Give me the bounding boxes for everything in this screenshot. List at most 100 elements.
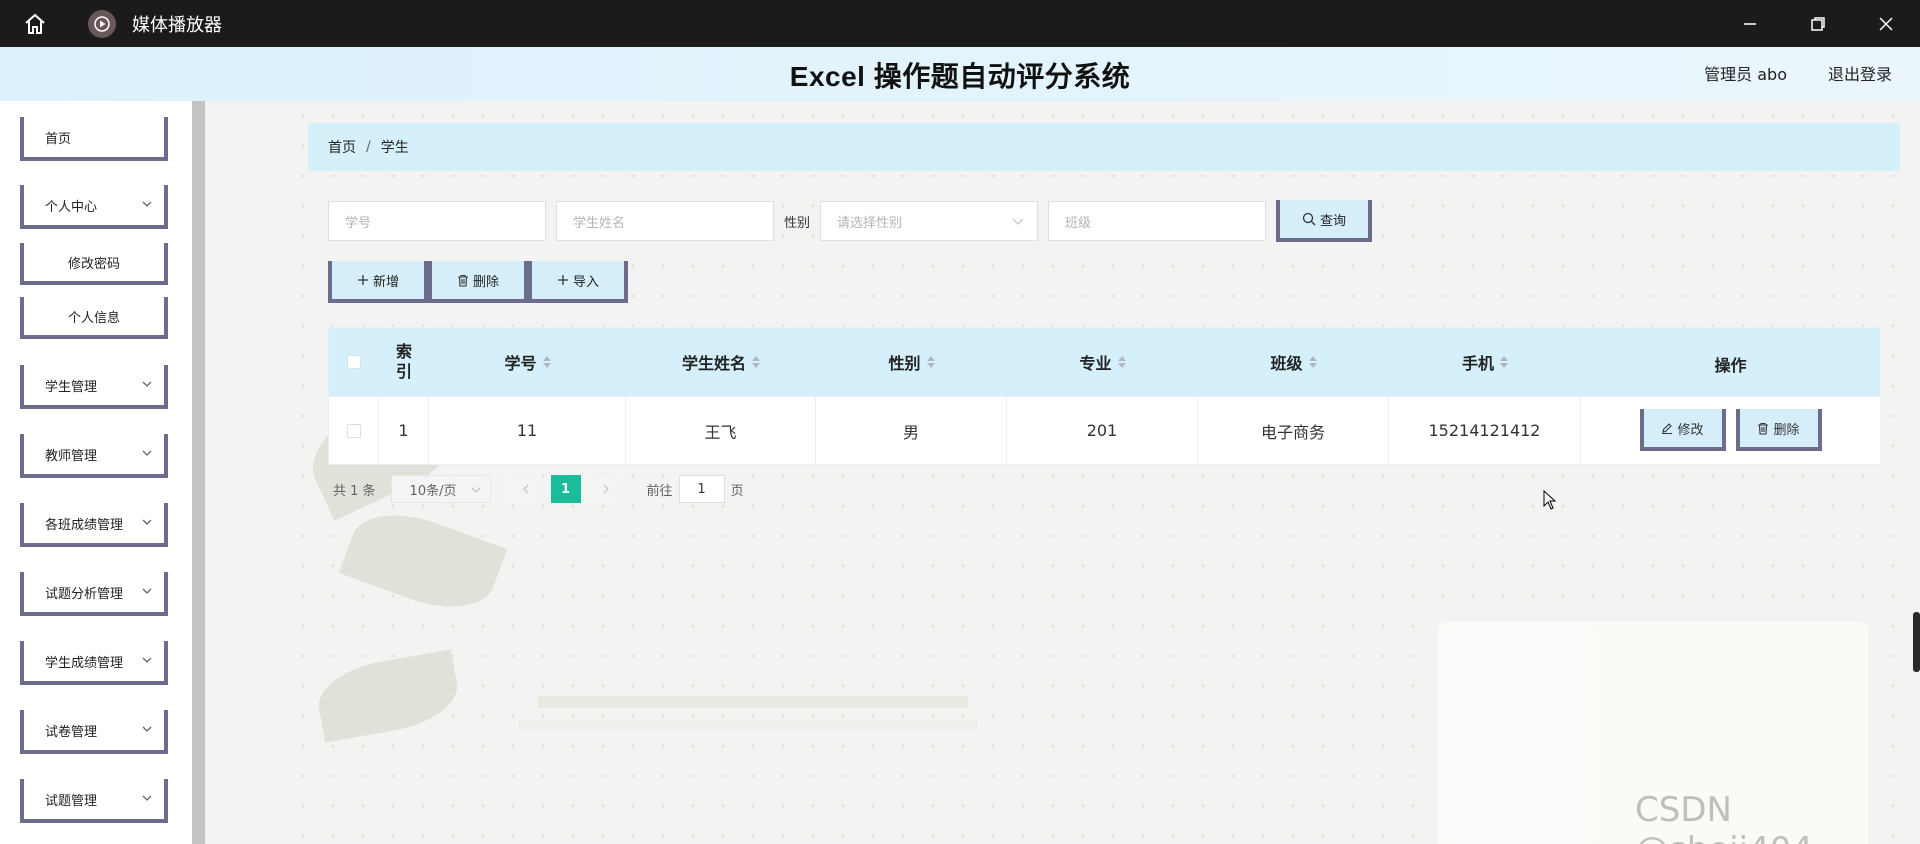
query-button-label: 查询: [1320, 213, 1347, 229]
query-button[interactable]: 查询: [1276, 200, 1373, 242]
sidebar-item-teacher-management[interactable]: 教师管理: [20, 434, 168, 478]
sidebar-item-label: 修改密码: [67, 256, 120, 272]
sidebar-item-change-password[interactable]: 修改密码: [20, 243, 168, 285]
chevron-down-icon: [142, 450, 152, 456]
media-player-logo-icon: [88, 9, 116, 38]
background-shelf: [538, 696, 968, 708]
sidebar-item-label: 各班成绩管理: [45, 517, 124, 533]
row-checkbox[interactable]: [346, 423, 361, 438]
sort-icon[interactable]: [1117, 355, 1126, 369]
window-title: 媒体播放器: [132, 14, 222, 36]
sex-label: 性别: [784, 215, 811, 231]
sidebar-item-personal-info[interactable]: 个人信息: [20, 297, 168, 339]
cell-phone: 15214121412: [1389, 397, 1581, 464]
breadcrumb: 首页 / 学生: [308, 123, 1900, 171]
chevron-left-icon: [522, 484, 529, 494]
col-student-no-label: 学号: [504, 354, 537, 373]
sort-icon[interactable]: [542, 355, 551, 369]
logout-link[interactable]: 退出登录: [1828, 61, 1892, 85]
sort-icon[interactable]: [926, 355, 935, 369]
action-bar: 新增 删除 导入: [328, 261, 628, 303]
home-button[interactable]: [0, 0, 70, 47]
background-cup: [1443, 626, 1593, 844]
sidebar-item-student-scores[interactable]: 学生成绩管理: [20, 641, 168, 685]
sort-icon[interactable]: [1308, 355, 1317, 369]
import-button-label: 导入: [572, 274, 599, 290]
col-student-name-label: 学生姓名: [681, 354, 746, 373]
student-no-input[interactable]: 学号: [328, 201, 546, 241]
chevron-down-icon: [142, 381, 152, 387]
class-input[interactable]: 班级: [1048, 201, 1267, 241]
sidebar-item-student-management[interactable]: 学生管理: [20, 365, 168, 409]
add-button[interactable]: 新增: [328, 261, 428, 303]
search-icon: [1302, 212, 1316, 226]
col-major-label: 专业: [1079, 354, 1112, 373]
delete-button[interactable]: 删除: [428, 261, 528, 303]
row-delete-button[interactable]: 删除: [1735, 409, 1822, 451]
minimize-button[interactable]: [1716, 0, 1784, 47]
page-size-select[interactable]: 10条/页: [390, 475, 491, 503]
prev-page-button[interactable]: [510, 475, 541, 503]
restore-button[interactable]: [1784, 0, 1852, 47]
search-bar: 学号 学生姓名 性别 请选择性别 班级 查询: [328, 200, 1373, 242]
student-name-input[interactable]: 学生姓名: [556, 201, 774, 241]
minimize-icon: [1744, 22, 1756, 25]
sex-select[interactable]: 请选择性别: [820, 201, 1039, 241]
sidebar-item-label: 个人信息: [67, 310, 120, 326]
sort-icon[interactable]: [1500, 355, 1508, 369]
breadcrumb-current: 学生: [380, 140, 409, 156]
cell-student-name: 王飞: [626, 397, 816, 464]
close-button[interactable]: [1852, 0, 1920, 47]
restore-icon: [1811, 16, 1825, 31]
sidebar-scrollbar[interactable]: [192, 101, 205, 844]
col-student-name[interactable]: 学生姓名: [626, 328, 816, 396]
trash-icon: [457, 274, 468, 287]
col-ops: 操作: [1581, 328, 1880, 396]
add-button-label: 新增: [372, 274, 399, 290]
col-major[interactable]: 专业: [1007, 328, 1198, 396]
cell-class: 电子商务: [1198, 397, 1389, 464]
sex-select-placeholder: 请选择性别: [837, 215, 903, 231]
edit-button[interactable]: 修改: [1639, 409, 1726, 451]
sidebar-item-label: 试题分析管理: [45, 586, 124, 602]
current-user: 管理员 abo: [1704, 65, 1787, 84]
breadcrumb-separator: /: [366, 139, 371, 155]
table-row: 1 11 王飞 男 201 电子商务 15214121412 修改 删除: [329, 396, 1880, 464]
cell-ops: 修改 删除: [1581, 397, 1880, 464]
col-sex[interactable]: 性别: [816, 328, 1007, 396]
sidebar-item-question-management[interactable]: 试题管理: [20, 779, 168, 823]
sidebar-item-personal-center[interactable]: 个人中心: [20, 185, 168, 229]
system-title: Excel 操作题自动评分系统: [789, 61, 1131, 92]
import-button[interactable]: 导入: [528, 261, 628, 303]
window-titlebar: 媒体播放器: [0, 0, 1920, 47]
cell-student-no: 11: [429, 397, 626, 464]
col-sex-label: 性别: [888, 354, 921, 373]
col-class[interactable]: 班级: [1198, 328, 1389, 396]
background-shelf: [518, 721, 978, 729]
delete-button-label: 删除: [472, 274, 499, 290]
col-student-no[interactable]: 学号: [429, 328, 626, 396]
edit-icon: [1662, 423, 1673, 434]
sidebar-item-paper-management[interactable]: 试卷管理: [20, 710, 168, 754]
next-page-button[interactable]: [590, 475, 621, 503]
sort-icon[interactable]: [752, 355, 760, 369]
select-all-checkbox[interactable]: [347, 355, 361, 369]
goto-label: 前往: [646, 483, 673, 499]
col-index-label: 索引: [395, 342, 412, 381]
chevron-down-icon: [471, 487, 481, 493]
side-handle[interactable]: [1913, 612, 1920, 672]
sidebar-item-home[interactable]: 首页: [20, 117, 168, 161]
table-header: 索引 学号 学生姓名 性别 专业 班级 手机 操作: [329, 328, 1880, 396]
row-select-cell: [329, 397, 379, 464]
page-number-button[interactable]: 1: [550, 475, 581, 503]
goto-page-input[interactable]: 1: [678, 475, 725, 503]
sidebar-item-class-scores[interactable]: 各班成绩管理: [20, 503, 168, 547]
watermark: CSDN @sheji404: [1635, 790, 1813, 844]
sidebar: 首页 个人中心 修改密码 个人信息 学生管理 教师管理 各班成绩管理 试题分析管…: [0, 101, 205, 844]
page-suffix: 页: [730, 483, 744, 499]
sidebar-item-question-analysis[interactable]: 试题分析管理: [20, 572, 168, 616]
page-size-value: 10条/页: [409, 483, 457, 499]
breadcrumb-home[interactable]: 首页: [328, 137, 356, 157]
col-phone[interactable]: 手机: [1389, 328, 1581, 396]
app-header: Excel 操作题自动评分系统 管理员 abo 退出登录: [0, 47, 1920, 101]
